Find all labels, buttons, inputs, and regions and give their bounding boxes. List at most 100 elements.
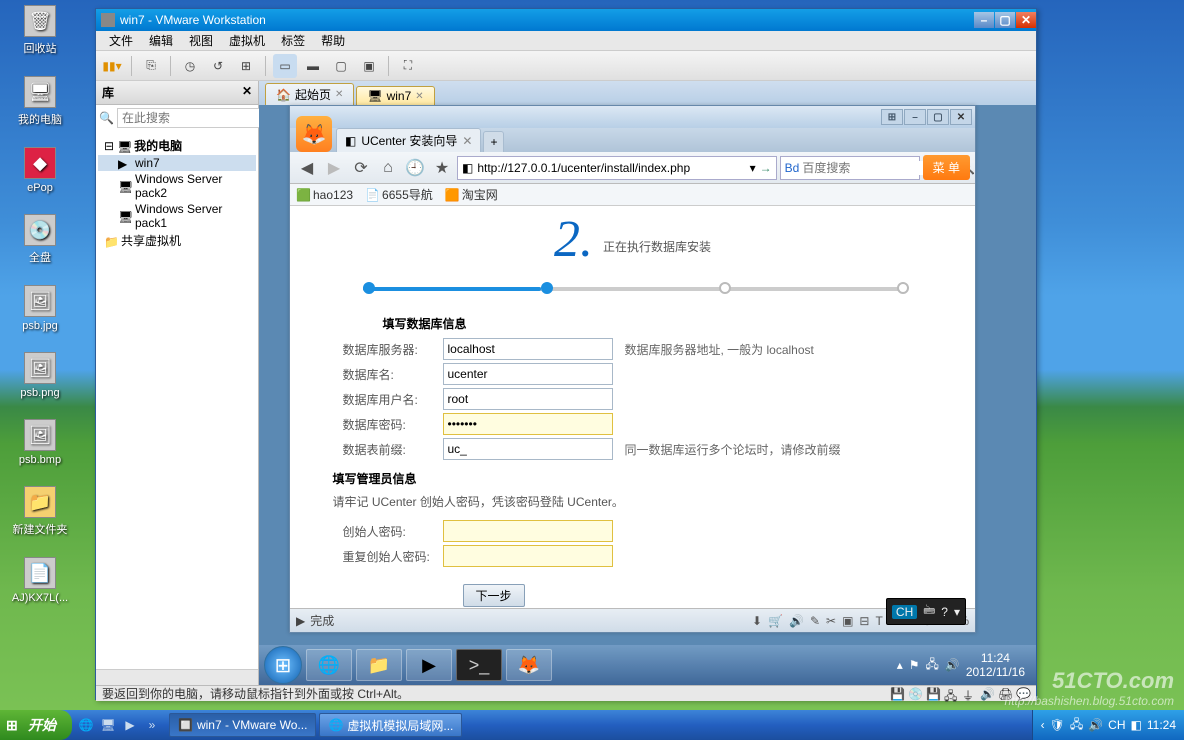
st-cart-icon[interactable]: 🛒 <box>768 614 783 628</box>
dev-sound-icon[interactable]: 🔊 <box>980 687 994 701</box>
dev-usb-icon[interactable]: ⏚ <box>962 687 976 701</box>
tray-sound-icon[interactable]: 🔊 <box>945 658 960 672</box>
xp-tray-app-icon[interactable]: ◧ <box>1131 718 1142 732</box>
desktop-icon-mycomputer[interactable]: 🖥我的电脑 <box>5 76 75 127</box>
nav-back-button[interactable]: ◀ <box>295 156 319 180</box>
xp-start-button[interactable]: 开始 <box>0 710 72 740</box>
browser-appmenu-button[interactable]: ⊞ <box>881 109 903 125</box>
taskbar-explorer[interactable]: 📁 <box>356 649 402 681</box>
tray-up-icon[interactable]: ▴ <box>897 658 903 672</box>
snapshot-manage-button[interactable]: ⊞ <box>234 54 258 78</box>
menu-help[interactable]: 帮助 <box>313 30 353 51</box>
browser-logo-icon[interactable]: 🦊 <box>296 116 332 152</box>
go-button[interactable]: → <box>760 161 772 175</box>
vm-screen[interactable]: ⊞ – ▢ ✕ 🦊 ◧UCenter 安装向导✕ + ◀ ▶ ⟳ ⌂ <box>259 105 1036 685</box>
vmware-titlebar[interactable]: win7 - VMware Workstation – ▢ ✕ <box>96 9 1036 31</box>
vmware-max-button[interactable]: ▢ <box>995 12 1015 28</box>
close-icon[interactable]: ✕ <box>415 91 423 102</box>
vm-tab-home[interactable]: 🏠起始页✕ <box>265 83 354 105</box>
xp-tray-sound-icon[interactable]: 🔊 <box>1088 718 1103 732</box>
xp-tray-net-icon[interactable]: 🖧 <box>1070 715 1083 736</box>
db-name-input[interactable] <box>443 363 613 385</box>
ql-ie-icon[interactable]: 🌐 <box>76 715 96 735</box>
ime-lang[interactable]: CH <box>892 605 917 619</box>
view-fullscreen-button[interactable]: ▣ <box>357 54 381 78</box>
bookmark-taobao[interactable]: 🟧淘宝网 <box>445 186 498 203</box>
browser-min-button[interactable]: – <box>904 109 926 125</box>
st-sound-icon[interactable]: 🔊 <box>789 614 804 628</box>
close-icon[interactable]: ✕ <box>462 134 472 148</box>
browser-close-button[interactable]: ✕ <box>950 109 972 125</box>
ime-dd-icon[interactable]: ▾ <box>954 605 960 619</box>
menu-view[interactable]: 视图 <box>181 30 221 51</box>
sidebar-close-icon[interactable]: ✕ <box>242 84 252 101</box>
win7-start-button[interactable]: ⊞ <box>264 646 302 684</box>
st-edit-icon[interactable]: ✎ <box>810 614 820 628</box>
snapshot-button[interactable]: ⎘ <box>139 54 163 78</box>
desktop-icon-newfolder[interactable]: 📁新建文件夹 <box>5 486 75 537</box>
xp-task-vmware[interactable]: 🔲win7 - VMware Wo... <box>169 713 316 737</box>
sidebar-scrollbar[interactable] <box>96 669 258 685</box>
taskbar-ie[interactable]: 🌐 <box>306 649 352 681</box>
db-server-input[interactable] <box>443 338 613 360</box>
power-dropdown-button[interactable]: ▮▮▾ <box>100 54 124 78</box>
nav-home-button[interactable]: ⌂ <box>376 156 400 180</box>
ql-wmp-icon[interactable]: ▶ <box>120 715 140 735</box>
nav-history-button[interactable]: 🕘 <box>403 156 427 180</box>
tree-item-ws2[interactable]: 🖥Windows Server pack2 <box>98 171 256 201</box>
browser-newtab-button[interactable]: + <box>483 131 504 152</box>
menu-tabs[interactable]: 标签 <box>273 30 313 51</box>
enter-fullscreen-button[interactable]: ⛶ <box>396 54 420 78</box>
xp-tray-expand-icon[interactable]: ‹ <box>1041 718 1045 732</box>
baidu-icon[interactable]: Bd <box>785 161 800 175</box>
tree-root-mycomputer[interactable]: ⊟🖥我的电脑 <box>98 136 256 155</box>
next-button[interactable]: 下一步 <box>463 584 525 607</box>
desktop-icon-file[interactable]: 📄AJ)KX7L(... <box>5 557 75 604</box>
bookmark-6655[interactable]: 📄6655导航 <box>365 186 433 203</box>
menu-file[interactable]: 文件 <box>101 30 141 51</box>
db-pw-input[interactable] <box>443 413 613 435</box>
browser-menu-button[interactable]: 菜 单 <box>923 155 970 180</box>
snapshot-take-button[interactable]: ◷ <box>178 54 202 78</box>
xp-tray-shield-icon[interactable]: 🛡 <box>1050 718 1065 732</box>
desktop-icon-psbpng[interactable]: 🖼psb.png <box>5 352 75 399</box>
desktop-icon-recyclebin[interactable]: 🗑回收站 <box>5 5 75 56</box>
vm-tab-win7[interactable]: 🖥win7✕ <box>356 86 434 105</box>
tree-item-shared[interactable]: 📁共享虚拟机 <box>98 231 256 250</box>
xp-clock[interactable]: 11:24 <box>1147 718 1176 732</box>
dropdown-icon[interactable]: ▾ <box>750 161 756 175</box>
admin-pw2-input[interactable] <box>443 545 613 567</box>
tray-network-icon[interactable]: 🖧 <box>925 655 938 676</box>
taskbar-wmp[interactable]: ▶ <box>406 649 452 681</box>
taskbar-firefox[interactable]: 🦊 <box>506 649 552 681</box>
db-user-input[interactable] <box>443 388 613 410</box>
close-icon[interactable]: ✕ <box>335 89 343 100</box>
tree-item-win7[interactable]: ▶win7 <box>98 155 256 171</box>
ql-desktop-icon[interactable]: 🖥 <box>98 715 118 735</box>
desktop-icon-psbbmp[interactable]: 🖼psb.bmp <box>5 419 75 466</box>
st-text-icon[interactable]: T <box>875 614 882 628</box>
xp-tray-lang-icon[interactable]: CH <box>1108 718 1125 732</box>
ime-bar[interactable]: CH 🖮 ? ▾ <box>886 598 966 625</box>
nav-forward-button[interactable]: ▶ <box>322 156 346 180</box>
browser-titlebar[interactable]: ⊞ – ▢ ✕ <box>290 106 975 128</box>
xp-task-ie[interactable]: 🌐虚拟机模拟局域网... <box>319 713 462 737</box>
dev-net-icon[interactable]: 🖧 <box>944 687 958 701</box>
menu-vm[interactable]: 虚拟机 <box>221 30 273 51</box>
bookmark-hao123[interactable]: 🟩hao123 <box>296 188 353 202</box>
desktop-icon-disk[interactable]: 💿全盘 <box>5 214 75 265</box>
ime-kb-icon[interactable]: 🖮 <box>923 601 935 622</box>
library-search-input[interactable] <box>117 108 282 128</box>
tree-item-ws1[interactable]: 🖥Windows Server pack1 <box>98 201 256 231</box>
view-unity-button[interactable]: ▬ <box>301 54 325 78</box>
browser-max-button[interactable]: ▢ <box>927 109 949 125</box>
st-cut-icon[interactable]: ✂ <box>826 614 836 628</box>
st-popup-icon[interactable]: ▣ <box>842 614 853 628</box>
dev-hdd-icon[interactable]: 💾 <box>890 687 904 701</box>
url-input[interactable] <box>477 161 745 175</box>
db-prefix-input[interactable] <box>443 438 613 460</box>
browser-tab-ucenter[interactable]: ◧UCenter 安装向导✕ <box>336 128 481 152</box>
vmware-close-button[interactable]: ✕ <box>1016 12 1036 28</box>
view-console-button[interactable]: ▭ <box>273 54 297 78</box>
desktop-icon-epop[interactable]: ◆ePop <box>5 147 75 194</box>
